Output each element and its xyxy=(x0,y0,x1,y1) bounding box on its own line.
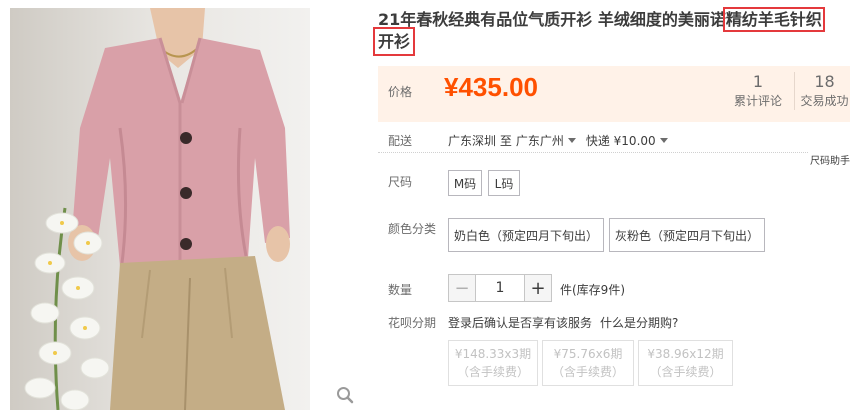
installment-amount: ¥75.76x6期 xyxy=(553,347,623,361)
chevron-down-icon xyxy=(567,138,576,143)
installment-fee: （含手续费） xyxy=(456,365,529,379)
installment-fee: （含手续费） xyxy=(551,365,624,379)
zoom-search-icon[interactable] xyxy=(336,386,354,404)
price-value: ¥435.00 xyxy=(444,72,538,102)
chevron-down-icon xyxy=(659,138,668,143)
quantity-label: 数量 xyxy=(388,283,413,297)
sales-stat: 18 交易成功 xyxy=(794,72,850,110)
title-highlight-text: 精纺羊毛针织 xyxy=(722,7,825,32)
title-text: 21年春秋经典有品位气质开衫 羊绒细度的美丽诺 xyxy=(378,10,726,29)
size-label: 尺码 xyxy=(388,175,413,189)
product-image[interactable] xyxy=(10,8,310,410)
huabei-label: 花呗分期 xyxy=(388,316,437,330)
price-label: 价格 xyxy=(388,85,413,99)
reviews-stat[interactable]: 1 累计评论 xyxy=(728,72,788,110)
installment-amount: ¥148.33x3期 xyxy=(454,347,532,361)
installment-amount: ¥38.96x12期 xyxy=(647,347,724,361)
huabei-what-link[interactable]: 什么是分期购? xyxy=(600,314,678,331)
size-help-link[interactable]: 尺码助手 xyxy=(810,152,850,167)
shipping-info: 广东深圳 至 广东广州 快递 ¥10.00 xyxy=(448,132,674,149)
size-option-l[interactable]: L码 xyxy=(488,170,520,196)
divider xyxy=(378,152,808,153)
sales-label: 交易成功 xyxy=(800,94,849,108)
installment-option-12[interactable]: ¥38.96x12期 （含手续费） xyxy=(638,340,733,386)
huabei-login-text[interactable]: 登录后确认是否享有该服务 xyxy=(448,314,592,331)
installment-fee: （含手续费） xyxy=(649,365,722,379)
shipping-method-select[interactable]: 快递 ¥10.00 xyxy=(586,132,674,149)
installment-option-3[interactable]: ¥148.33x3期 （含手续费） xyxy=(448,340,538,386)
shipping-method: 快递 ¥10.00 xyxy=(585,134,656,148)
title-highlight-text-2: 开衫 xyxy=(372,27,416,56)
quantity-stepper: − 1 + xyxy=(448,274,552,302)
reviews-label: 累计评论 xyxy=(733,94,782,108)
installment-option-6[interactable]: ¥75.76x6期 （含手续费） xyxy=(542,340,634,386)
quantity-decrease-button[interactable]: − xyxy=(448,274,476,302)
size-option-m[interactable]: M码 xyxy=(448,170,482,196)
reviews-count: 1 xyxy=(752,72,764,91)
shipping-to: 广东广州 xyxy=(515,134,564,148)
color-option-cream[interactable]: 奶白色（预定四月下旬出） xyxy=(448,218,604,252)
shipping-to-select[interactable]: 广东广州 xyxy=(516,132,582,149)
product-title: 21年春秋经典有品位气质开衫 羊绒细度的美丽诺精纺羊毛针织 开衫 xyxy=(372,7,848,56)
product-photo-illustration xyxy=(10,8,310,410)
shipping-from: 广东深圳 至 xyxy=(448,134,512,148)
stock-info: 件(库存9件) xyxy=(560,283,625,297)
quantity-input[interactable]: 1 xyxy=(476,274,524,302)
price-panel: 价格 ¥435.00 1 累计评论 18 交易成功 xyxy=(378,66,850,122)
color-option-pink[interactable]: 灰粉色（预定四月下旬出） xyxy=(609,218,765,252)
quantity-increase-button[interactable]: + xyxy=(524,274,552,302)
sales-count: 18 xyxy=(814,72,835,91)
color-label: 颜色分类 xyxy=(388,222,437,236)
shipping-label: 配送 xyxy=(388,134,413,148)
